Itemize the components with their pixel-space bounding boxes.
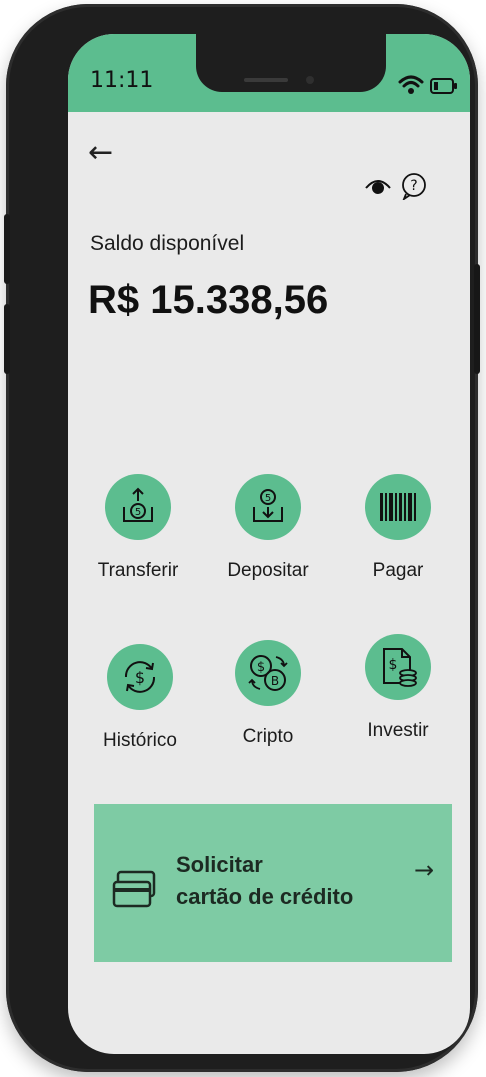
history-icon: $ bbox=[107, 644, 173, 710]
camera bbox=[306, 76, 314, 84]
balance-label: Saldo disponível bbox=[90, 232, 245, 255]
deposit-icon: 5 bbox=[235, 474, 301, 540]
banner-title: Solicitar bbox=[176, 852, 263, 877]
action-historico[interactable]: $ Histórico bbox=[80, 644, 200, 752]
action-label: Cripto bbox=[242, 726, 294, 747]
back-button[interactable]: ← bbox=[88, 138, 113, 168]
action-depositar[interactable]: 5 Depositar bbox=[208, 474, 328, 582]
status-time: 11:11 bbox=[90, 68, 154, 93]
crypto-icon: $ B bbox=[235, 640, 301, 706]
action-label: Depositar bbox=[227, 560, 309, 581]
volume-button bbox=[4, 304, 10, 374]
svg-text:5: 5 bbox=[135, 507, 141, 518]
power-button bbox=[474, 264, 480, 374]
svg-text:$: $ bbox=[135, 668, 145, 687]
credit-card-icon bbox=[112, 870, 156, 908]
action-label: Pagar bbox=[372, 560, 424, 581]
action-investir[interactable]: $ Investir bbox=[338, 634, 458, 742]
barcode-icon bbox=[365, 474, 431, 540]
svg-text:$: $ bbox=[389, 657, 398, 673]
volume-button bbox=[4, 214, 10, 284]
action-label: Investir bbox=[367, 720, 429, 741]
battery-icon bbox=[430, 78, 457, 94]
wifi-icon bbox=[398, 75, 424, 94]
phone-frame: 11:11 ← ? Saldo disponível R$ 15.338,56 … bbox=[4, 4, 480, 1072]
invest-icon: $ bbox=[365, 634, 431, 700]
action-transferir[interactable]: 5 Transferir bbox=[78, 474, 198, 582]
notch bbox=[196, 34, 386, 92]
arrow-right-icon[interactable]: → bbox=[414, 856, 434, 884]
action-pagar[interactable]: Pagar bbox=[338, 474, 458, 582]
svg-text:?: ? bbox=[410, 178, 417, 194]
credit-card-banner[interactable]: Solicitar cartão de crédito → bbox=[94, 804, 452, 962]
question-bubble-icon[interactable]: ? bbox=[400, 172, 428, 200]
action-cripto[interactable]: $ B Cripto bbox=[208, 640, 328, 748]
eye-icon[interactable] bbox=[364, 176, 392, 196]
balance-value: R$ 15.338,56 bbox=[88, 278, 329, 322]
action-label: Histórico bbox=[103, 730, 177, 751]
speaker bbox=[244, 78, 288, 82]
svg-text:$: $ bbox=[257, 660, 265, 675]
action-label: Transferir bbox=[97, 560, 179, 581]
app-screen: 11:11 ← ? Saldo disponível R$ 15.338,56 … bbox=[68, 34, 470, 1054]
banner-subtitle: cartão de crédito bbox=[176, 884, 354, 909]
svg-text:B: B bbox=[271, 674, 279, 688]
svg-text:5: 5 bbox=[265, 493, 271, 504]
transfer-icon: 5 bbox=[105, 474, 171, 540]
